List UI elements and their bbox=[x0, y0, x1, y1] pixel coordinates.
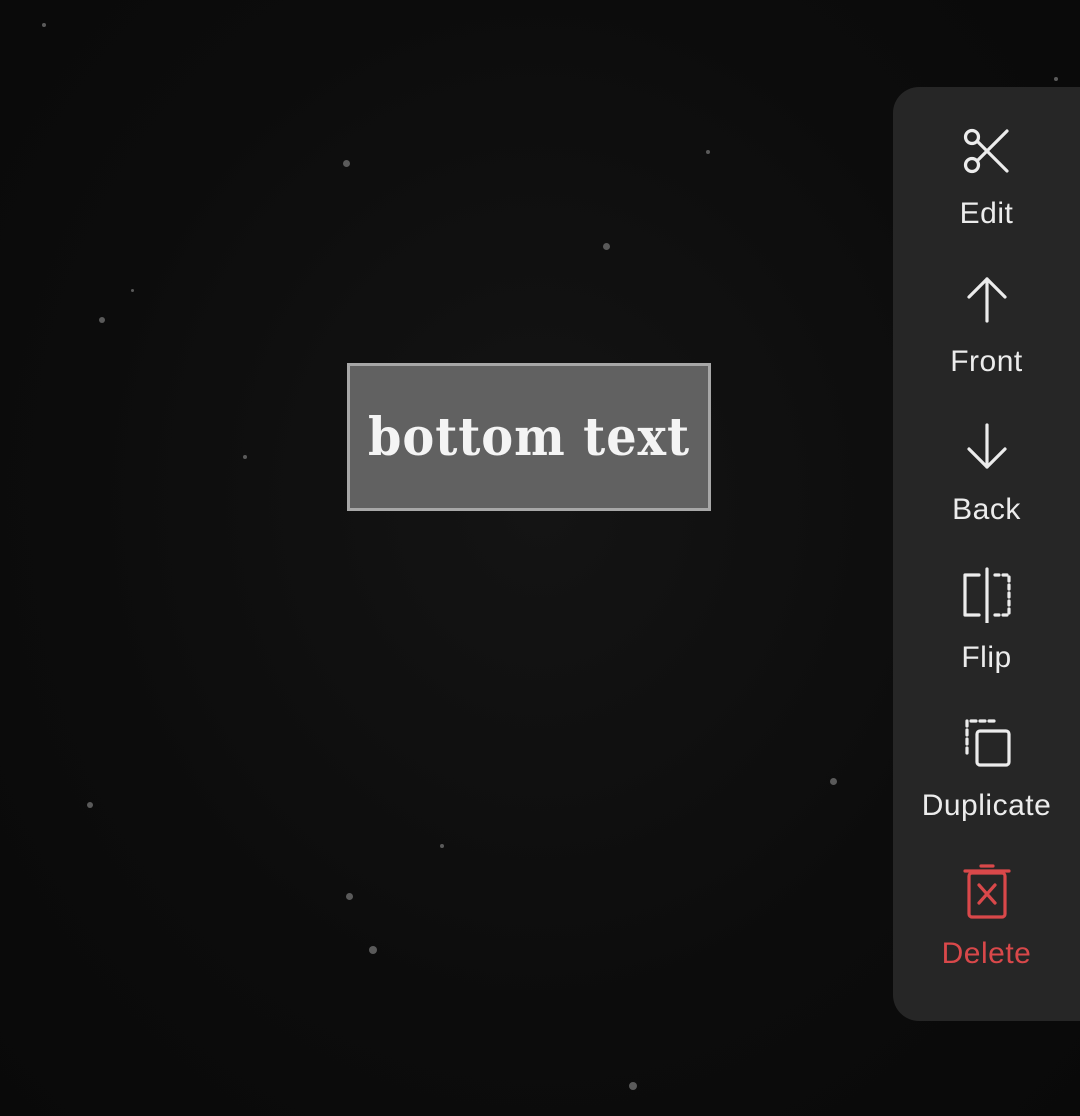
front-label: Front bbox=[950, 345, 1023, 378]
trash-x-icon bbox=[962, 864, 1011, 919]
back-label: Back bbox=[952, 493, 1021, 526]
edit-label: Edit bbox=[959, 197, 1014, 230]
send-to-back-button[interactable]: Back bbox=[893, 419, 1080, 567]
background-speck bbox=[629, 1082, 637, 1090]
background-speck bbox=[346, 893, 353, 900]
scissors-icon bbox=[963, 128, 1009, 174]
background-speck bbox=[369, 946, 377, 954]
background-speck bbox=[343, 160, 350, 167]
arrow-down-icon bbox=[966, 423, 1007, 469]
duplicate-button[interactable]: Duplicate bbox=[893, 715, 1080, 863]
bring-to-front-button[interactable]: Front bbox=[893, 271, 1080, 419]
background-speck bbox=[830, 778, 837, 785]
edit-button[interactable]: Edit bbox=[893, 123, 1080, 271]
duplicate-label: Duplicate bbox=[921, 789, 1052, 822]
background-speck bbox=[87, 802, 93, 808]
element-action-toolbar: Edit Front Back Flip Duplicate Delete bbox=[893, 87, 1080, 1021]
selected-text-element[interactable]: bottom text bbox=[347, 363, 711, 511]
flip-horizontal-icon bbox=[962, 567, 1011, 623]
delete-label: Delete bbox=[941, 937, 1032, 970]
flip-label: Flip bbox=[961, 641, 1012, 674]
background-speck bbox=[131, 289, 134, 292]
background-speck bbox=[1054, 77, 1058, 81]
background-speck bbox=[42, 23, 46, 27]
background-speck bbox=[706, 150, 710, 154]
background-speck bbox=[99, 317, 105, 323]
text-element-content: bottom text bbox=[367, 406, 690, 468]
background-speck bbox=[603, 243, 610, 250]
duplicate-icon bbox=[964, 719, 1011, 767]
background-speck bbox=[440, 844, 444, 848]
arrow-up-icon bbox=[966, 277, 1007, 323]
flip-button[interactable]: Flip bbox=[893, 567, 1080, 715]
delete-button[interactable]: Delete bbox=[893, 863, 1080, 1011]
background-speck bbox=[243, 455, 247, 459]
